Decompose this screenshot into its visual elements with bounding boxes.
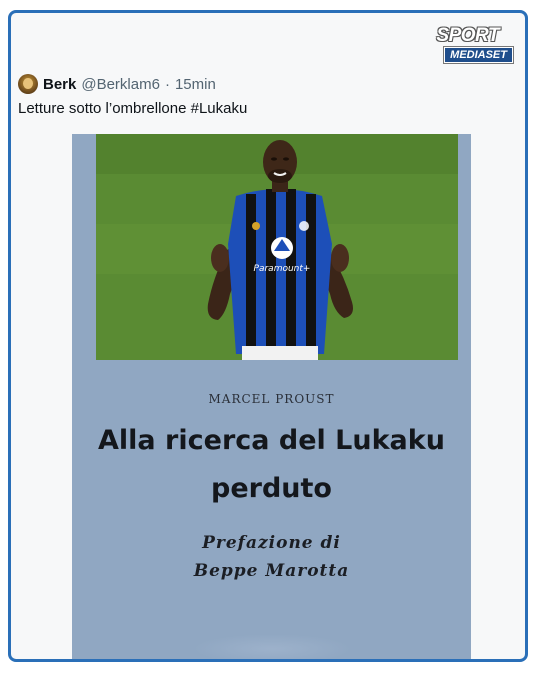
book-title: Alla ricerca del Lukaku perduto (72, 417, 471, 513)
book-preface: Prefazione di Beppe Marotta (72, 529, 471, 585)
brand-mediaset-text: MEDIASET (444, 47, 513, 63)
meta-separator: · (164, 75, 170, 93)
book-cover-image[interactable]: Paramount+ MARCEL PROUST Alla ricerca de… (72, 134, 471, 659)
author-name[interactable]: Berk (43, 76, 76, 93)
tweet-card-frame: SPORT MEDIASET Berk @Berklam6 · 15min Le… (8, 10, 528, 662)
brand-sport-text: SPORT (436, 25, 499, 46)
tweet-text: Letture sotto l’ombrellone #Lukaku (18, 100, 248, 117)
player-photo: Paramount+ (96, 134, 458, 360)
sport-mediaset-logo: SPORT MEDIASET (435, 25, 513, 65)
shirt-sponsor-text: Paramount+ (254, 264, 311, 274)
book-title-line-1: Alla ricerca del Lukaku (98, 425, 445, 456)
book-preface-line-1: Prefazione di (202, 533, 341, 553)
author-handle[interactable]: @Berklam6 (81, 76, 160, 93)
book-author: MARCEL PROUST (208, 392, 335, 406)
cover-fade-decoration (192, 634, 352, 659)
player-illustration: Paramount+ (96, 134, 458, 360)
avatar[interactable] (18, 74, 38, 94)
tweet-header: Berk @Berklam6 · 15min (18, 73, 216, 95)
tweet-timestamp[interactable]: 15min (175, 76, 216, 93)
book-preface-line-2: Beppe Marotta (193, 561, 350, 581)
avatar-face-icon (23, 78, 33, 89)
book-title-line-2: perduto (211, 473, 332, 504)
